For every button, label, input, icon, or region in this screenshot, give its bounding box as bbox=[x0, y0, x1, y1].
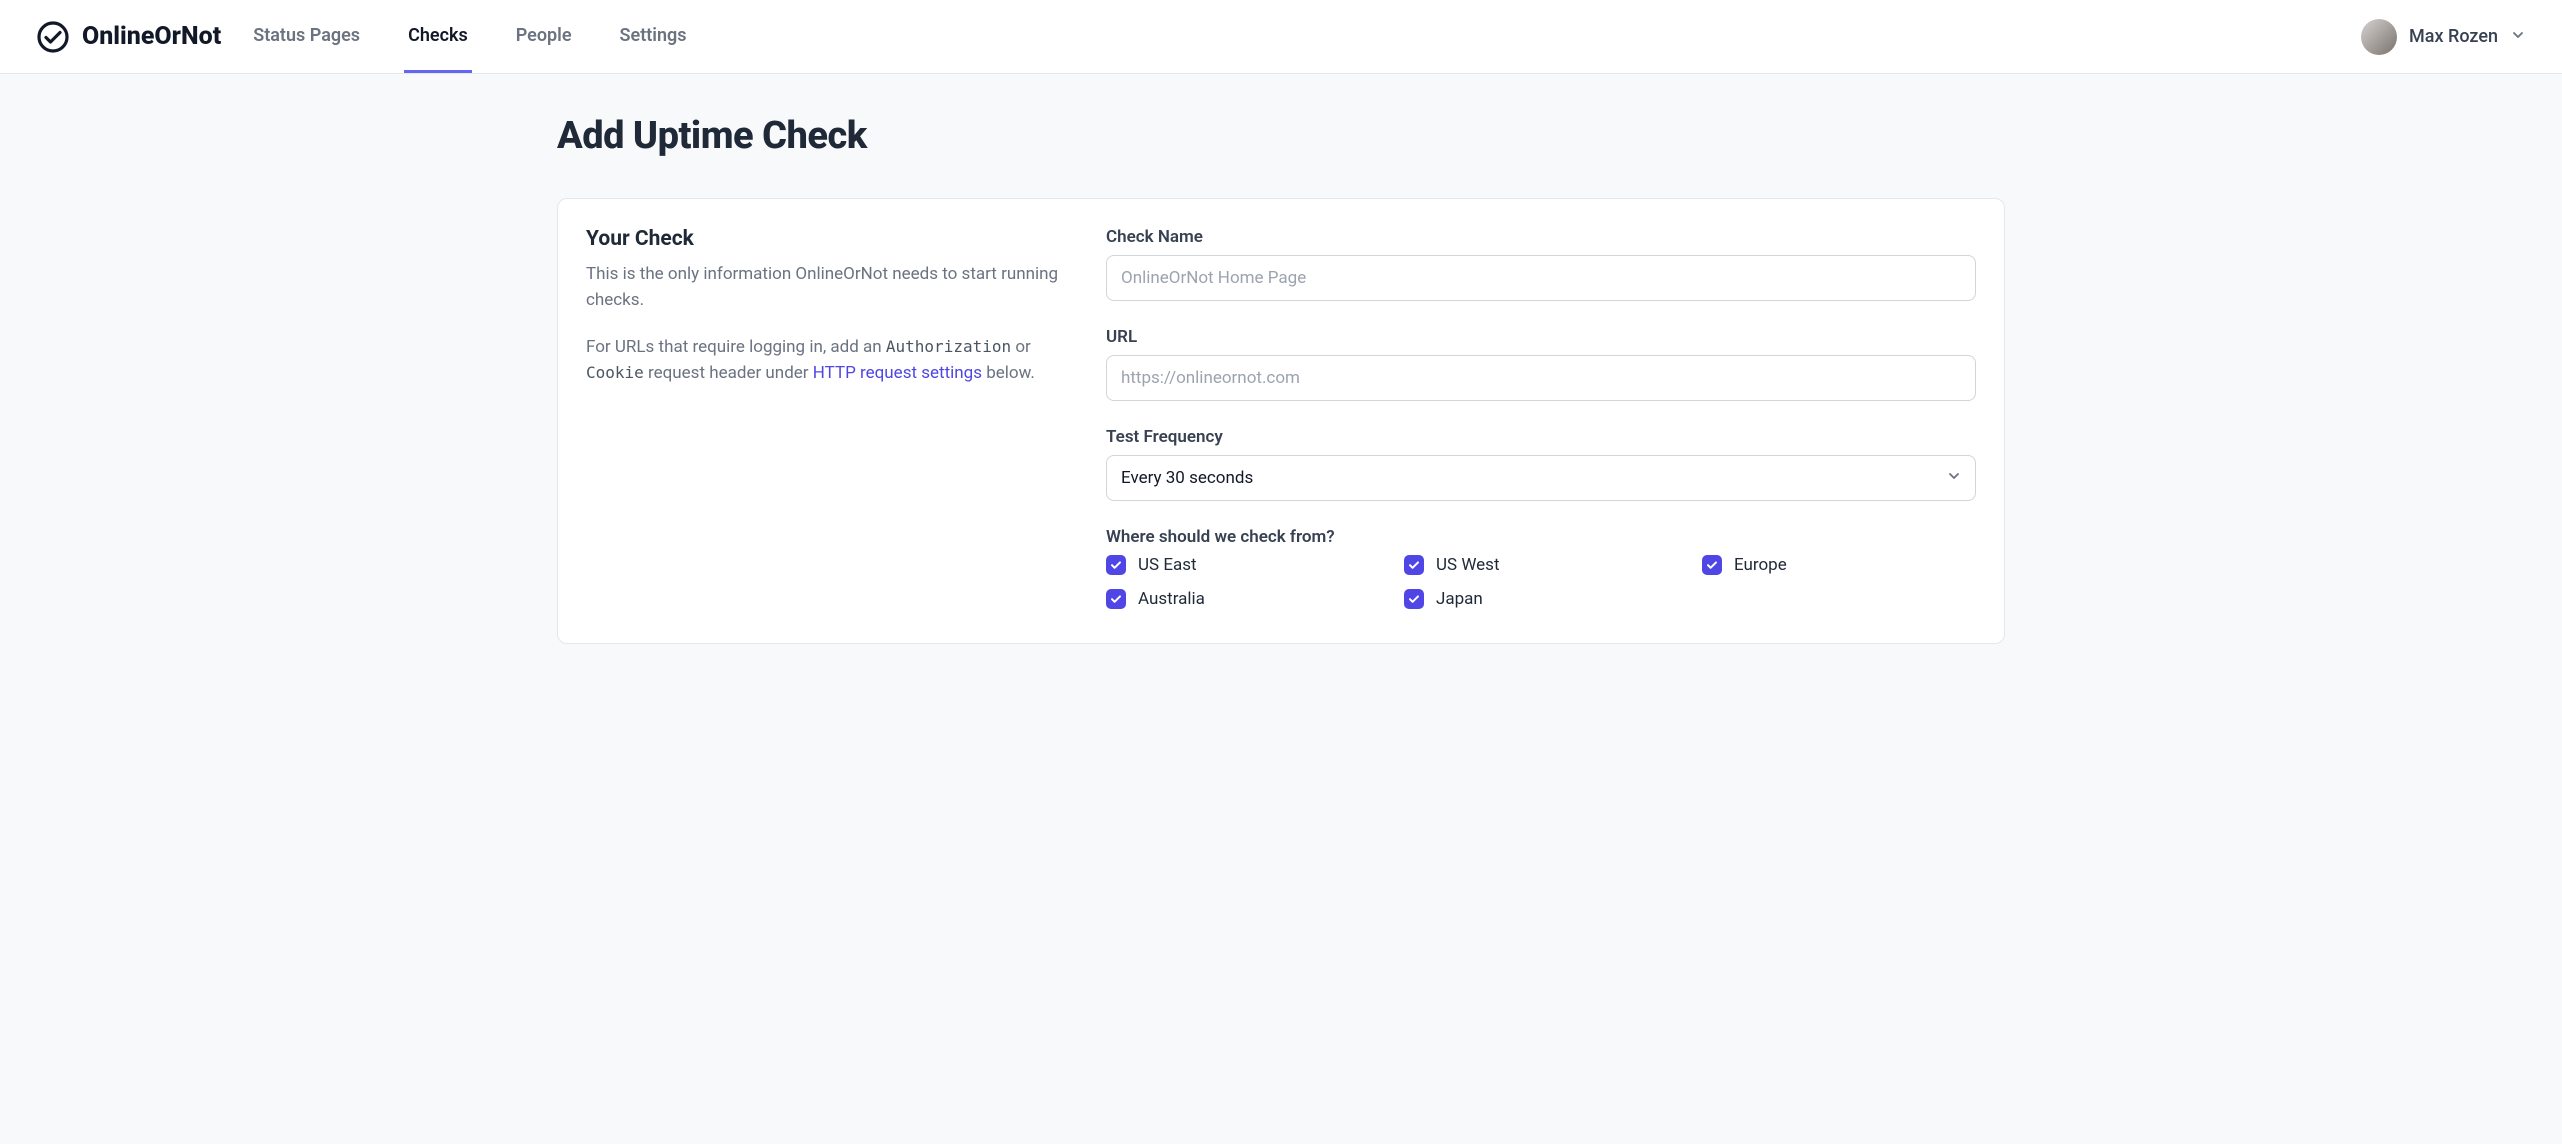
region-label: US West bbox=[1436, 555, 1500, 575]
frequency-select[interactable]: Every 30 seconds bbox=[1106, 455, 1976, 501]
region-label: Australia bbox=[1138, 589, 1205, 609]
nav-settings[interactable]: Settings bbox=[616, 1, 691, 73]
region-europe[interactable]: Europe bbox=[1702, 555, 1976, 575]
form-body: Check Name URL Test Frequency Every 30 s… bbox=[1106, 227, 1976, 609]
page-title: Add Uptime Check bbox=[557, 114, 2005, 158]
check-name-label: Check Name bbox=[1106, 227, 1976, 247]
side-desc-2-post2: below. bbox=[982, 363, 1035, 383]
side-desc-2-code-cookie: Cookie bbox=[586, 363, 644, 382]
region-australia[interactable]: Australia bbox=[1106, 589, 1380, 609]
url-input[interactable] bbox=[1106, 355, 1976, 401]
field-check-name: Check Name bbox=[1106, 227, 1976, 301]
side-desc-2-pre: For URLs that require logging in, add an bbox=[586, 337, 886, 357]
regions-label: Where should we check from? bbox=[1106, 527, 1976, 547]
brand-logo[interactable]: OnlineOrNot bbox=[36, 20, 221, 54]
form-card: Your Check This is the only information … bbox=[557, 198, 2005, 644]
side-desc-2: For URLs that require logging in, add an… bbox=[586, 334, 1066, 387]
region-japan[interactable]: Japan bbox=[1404, 589, 1678, 609]
user-name: Max Rozen bbox=[2409, 26, 2498, 47]
http-request-settings-link[interactable]: HTTP request settings bbox=[813, 363, 982, 383]
checkbox-icon bbox=[1404, 555, 1424, 575]
checkbox-icon bbox=[1404, 589, 1424, 609]
nav-checks[interactable]: Checks bbox=[404, 1, 472, 73]
page: Add Uptime Check Your Check This is the … bbox=[521, 74, 2041, 684]
brand-name: OnlineOrNot bbox=[82, 22, 221, 51]
checkbox-icon bbox=[1106, 555, 1126, 575]
side-desc-2-post1: request header under bbox=[644, 363, 813, 383]
chevron-down-icon bbox=[2510, 27, 2526, 47]
main-nav: Status Pages Checks People Settings bbox=[249, 1, 2361, 73]
regions-grid: US East US West Europe Australia bbox=[1106, 555, 1976, 609]
checkbox-icon bbox=[1702, 555, 1722, 575]
side-desc-1: This is the only information OnlineOrNot… bbox=[586, 261, 1066, 314]
region-label: Europe bbox=[1734, 555, 1787, 575]
region-label: Japan bbox=[1436, 589, 1483, 609]
region-us-west[interactable]: US West bbox=[1404, 555, 1678, 575]
nav-status-pages[interactable]: Status Pages bbox=[249, 1, 364, 73]
user-menu[interactable]: Max Rozen bbox=[2361, 19, 2526, 55]
field-regions: Where should we check from? US East US W… bbox=[1106, 527, 1976, 609]
form-side-info: Your Check This is the only information … bbox=[586, 227, 1066, 609]
side-desc-2-code-auth: Authorization bbox=[886, 337, 1011, 356]
avatar bbox=[2361, 19, 2397, 55]
field-url: URL bbox=[1106, 327, 1976, 401]
field-frequency: Test Frequency Every 30 seconds bbox=[1106, 427, 1976, 501]
check-name-input[interactable] bbox=[1106, 255, 1976, 301]
side-desc-2-mid: or bbox=[1011, 337, 1031, 357]
nav-people[interactable]: People bbox=[512, 1, 576, 73]
frequency-label: Test Frequency bbox=[1106, 427, 1976, 447]
url-label: URL bbox=[1106, 327, 1976, 347]
side-title: Your Check bbox=[586, 227, 1066, 251]
logo-check-icon bbox=[36, 20, 70, 54]
region-us-east[interactable]: US East bbox=[1106, 555, 1380, 575]
checkbox-icon bbox=[1106, 589, 1126, 609]
app-header: OnlineOrNot Status Pages Checks People S… bbox=[0, 0, 2562, 74]
region-label: US East bbox=[1138, 555, 1197, 575]
